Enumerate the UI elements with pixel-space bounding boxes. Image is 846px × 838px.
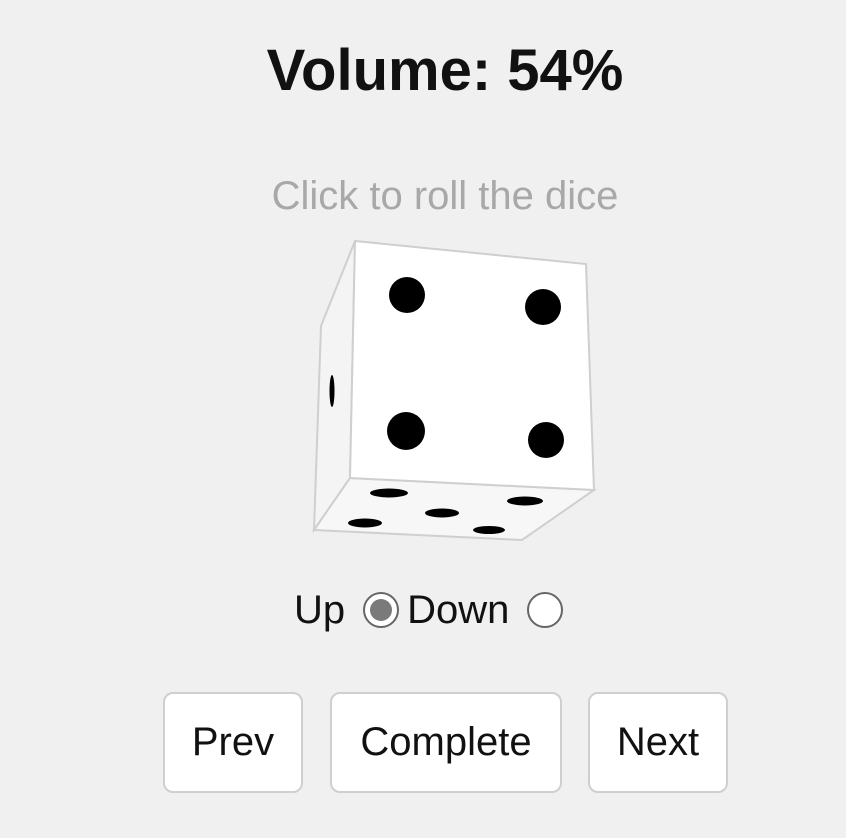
volume-value: 54% (507, 38, 624, 103)
down-radio[interactable] (527, 592, 564, 628)
dice-pip (389, 277, 425, 313)
dice-pip (348, 518, 382, 528)
up-radio[interactable] (363, 592, 400, 628)
page: Volume: 54% Click to roll the dice Up Do… (0, 0, 846, 838)
direction-group: Up Down (294, 584, 564, 636)
dice[interactable] (300, 230, 610, 550)
dice-pip (329, 375, 335, 407)
dice-pip (528, 422, 564, 458)
complete-button[interactable]: Complete (330, 692, 562, 793)
volume-label: Volume: (266, 38, 492, 103)
next-button[interactable]: Next (588, 692, 728, 793)
dice-pip (525, 289, 561, 325)
dice-pip (507, 496, 543, 506)
dice-pip (473, 526, 505, 534)
volume-title: Volume: 54% (0, 36, 846, 106)
dice-pip (370, 488, 408, 498)
up-label: Up (294, 588, 346, 632)
prev-button[interactable]: Prev (163, 692, 303, 793)
dice-graphic[interactable] (300, 230, 610, 550)
dice-pip (425, 508, 459, 518)
roll-hint: Click to roll the dice (271, 174, 619, 218)
dice-pip (387, 412, 425, 450)
down-label: Down (407, 588, 510, 632)
